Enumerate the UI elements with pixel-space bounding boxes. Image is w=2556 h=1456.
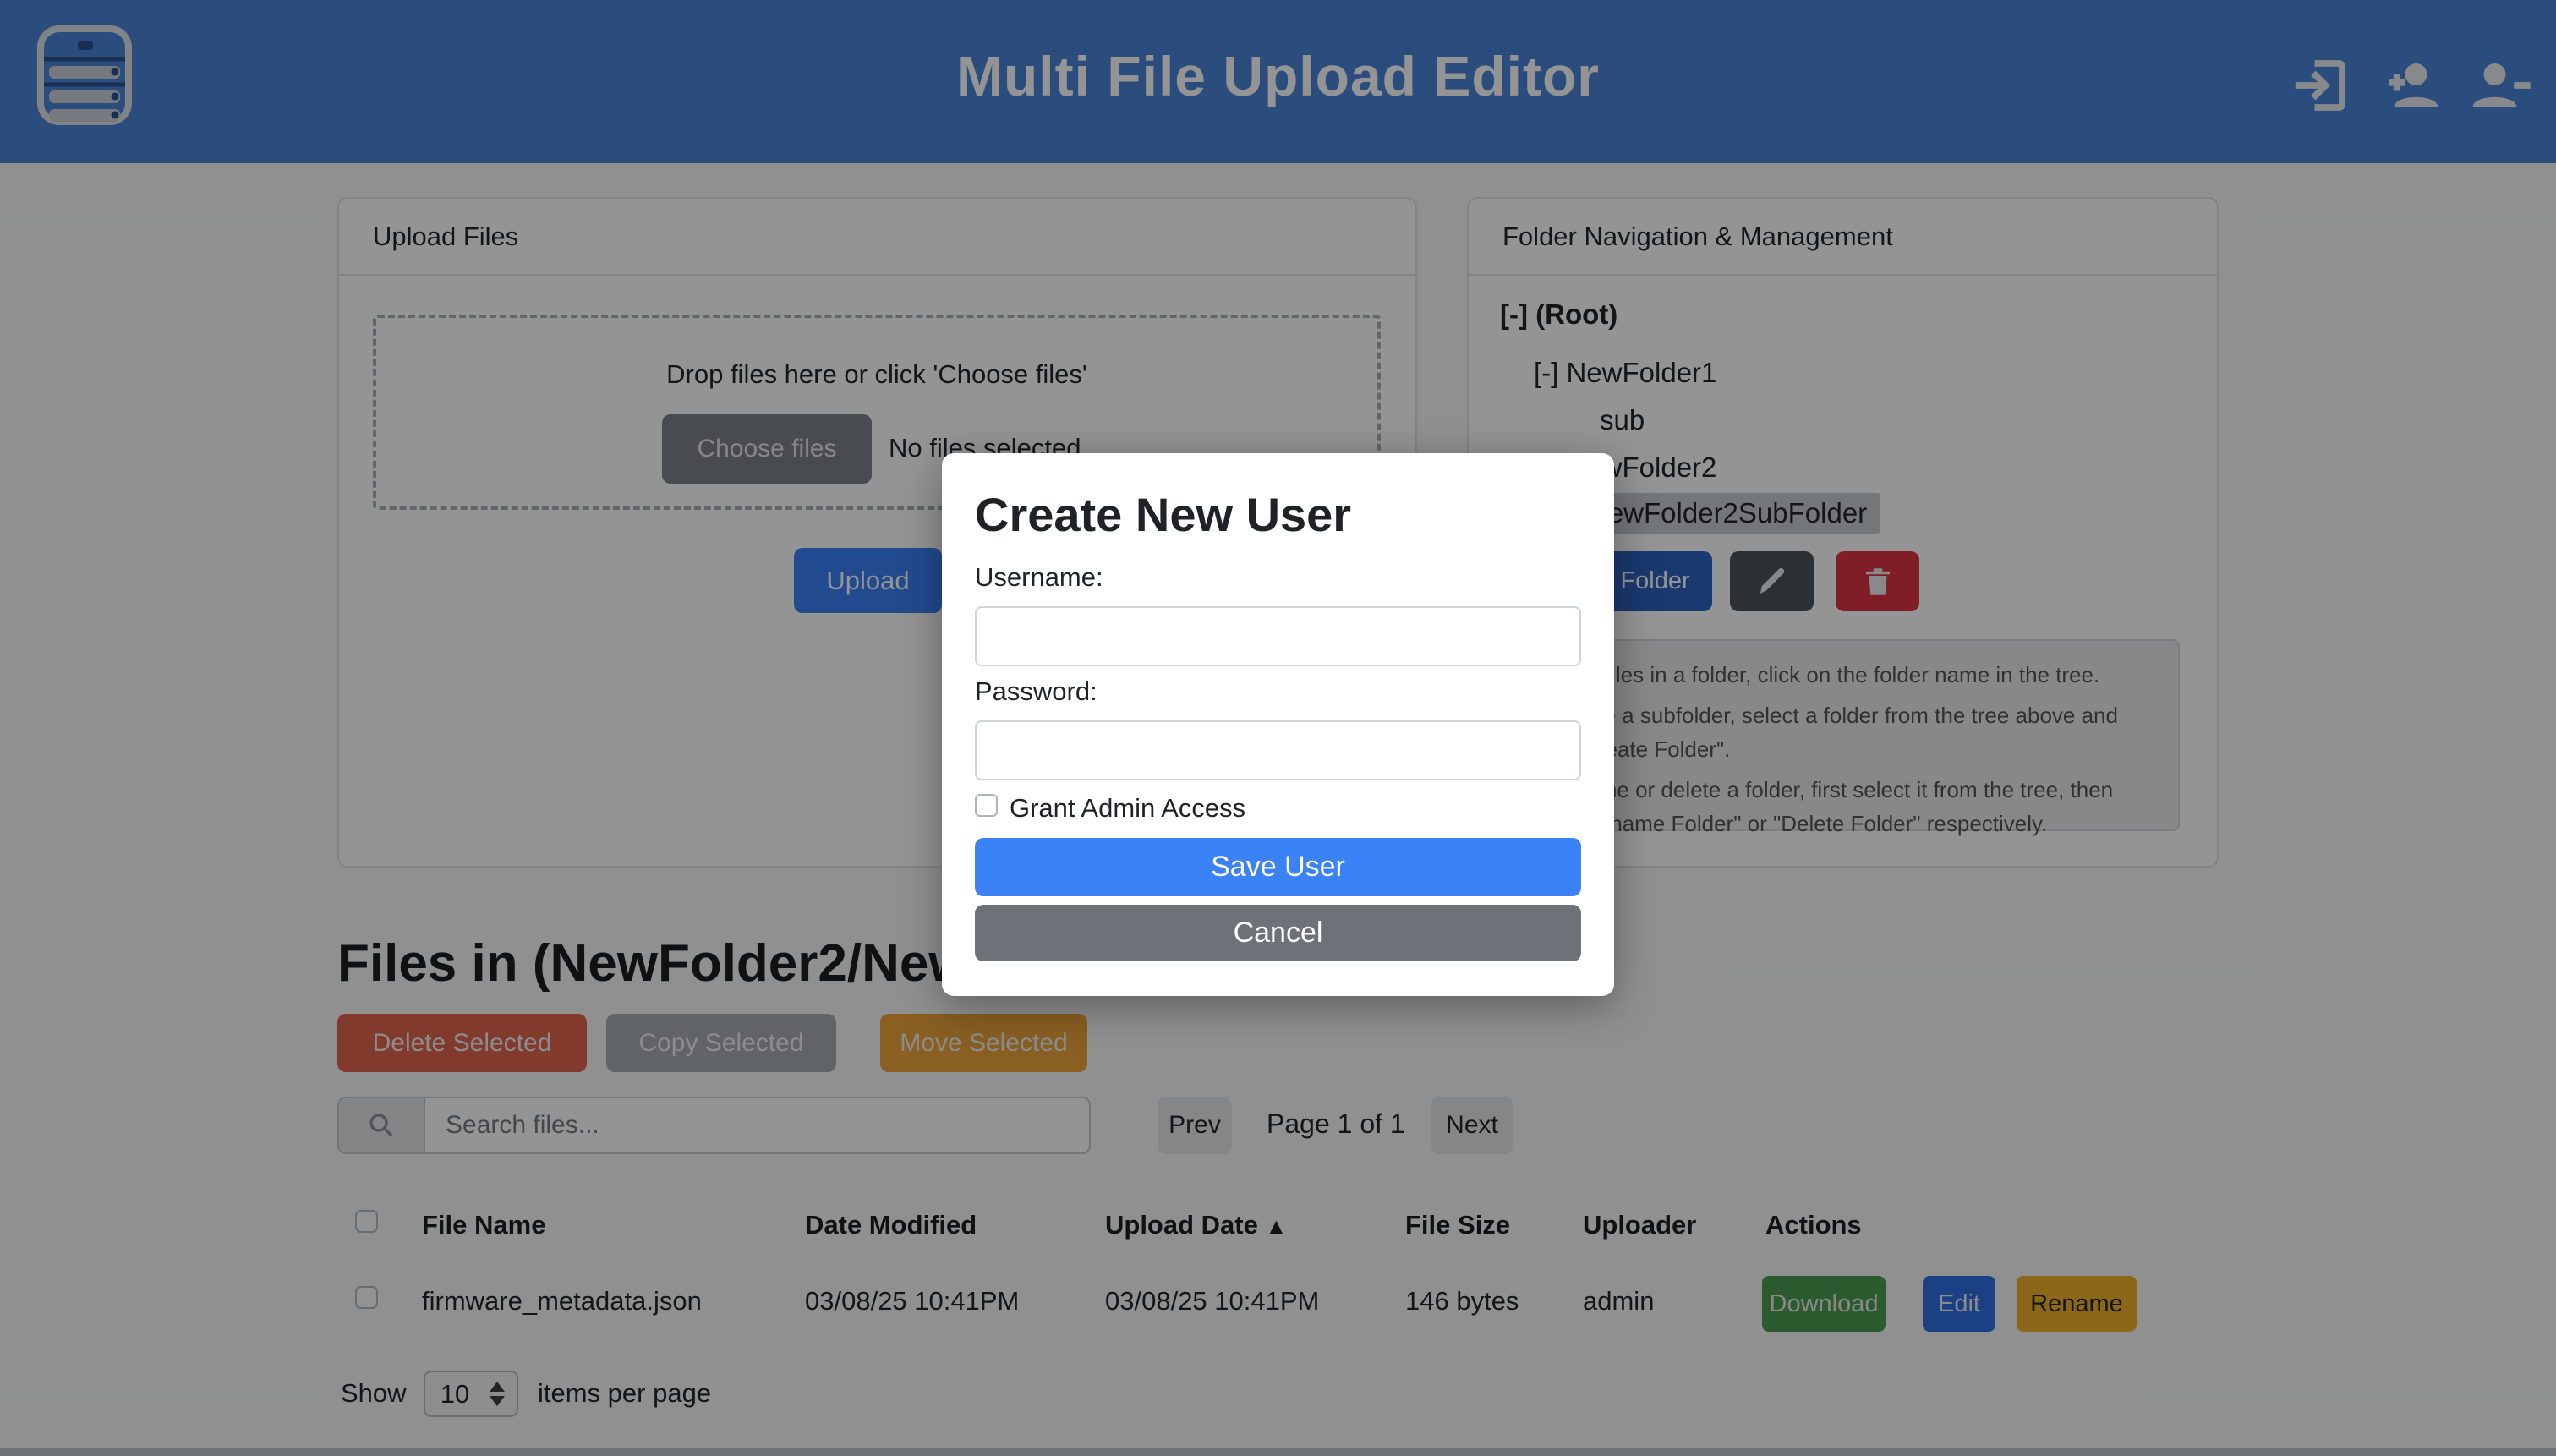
save-user-button[interactable]: Save User — [975, 838, 1581, 896]
create-user-modal: Create New User Username: Password: Gran… — [942, 453, 1614, 996]
modal-title: Create New User — [975, 487, 1351, 542]
cancel-button[interactable]: Cancel — [975, 905, 1581, 961]
grant-admin-checkbox[interactable] — [975, 794, 998, 817]
username-label: Username: — [975, 562, 1103, 593]
password-label: Password: — [975, 676, 1097, 707]
username-field[interactable] — [975, 606, 1581, 666]
password-field[interactable] — [975, 720, 1581, 780]
grant-admin-label: Grant Admin Access — [1010, 793, 1245, 824]
app-root: Multi File Upload Editor Upload Files Dr… — [0, 0, 2556, 1456]
